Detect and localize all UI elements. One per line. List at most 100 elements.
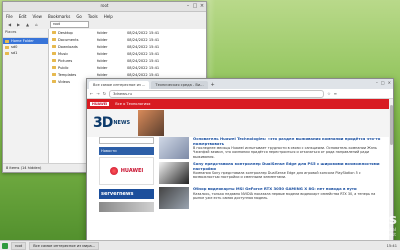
news-description: Казалось, только недавно NVIDIA показала… [193,191,376,200]
new-tab-icon[interactable]: + [210,82,216,88]
taskbar-item-browser[interactable]: Все самое интересное из мира... [29,241,100,250]
header-photo [138,110,165,136]
tab-strip: Все самое интересное из ... Техническая … [87,79,393,89]
address-bar[interactable]: 3dnews.ru [109,89,325,98]
side-thumbnail[interactable] [99,202,154,212]
list-item[interactable]: Pictures folder 08/24/2022 15:41 [49,57,206,64]
taskbar: root Все самое интересное из мира... 15:… [0,240,400,250]
minimize-icon[interactable]: – [376,80,378,85]
news-feed: Основатель Huawei Technologies: «это раз… [159,136,387,212]
news-thumbnail[interactable] [159,187,189,209]
folder-icon [52,45,56,48]
list-item[interactable]: Desktop folder 08/24/2022 15:41 [49,29,206,36]
news-item[interactable]: Обзор видеокарты MSI GeForce RTX 3050 GA… [159,186,387,209]
title-bar[interactable]: root – □ × [3,2,206,12]
menu-go[interactable]: Go [76,14,82,19]
scrollbar-thumb[interactable] [389,105,393,145]
bookmark-star-icon[interactable]: ☆ [327,91,331,96]
drive-icon [5,45,9,49]
list-item[interactable]: Music folder 08/24/2022 15:41 [49,50,206,57]
menu-file[interactable]: File [6,14,13,19]
tab-second[interactable]: Техническая среда - Ви... [151,81,208,89]
window-title: root [100,3,109,8]
file-name: Downloads [58,44,78,49]
places-header: Places [3,29,48,38]
file-name: Public [58,65,69,70]
close-icon[interactable]: × [388,80,391,85]
reload-icon[interactable]: ↻ [103,91,106,96]
places-panel: Places Home Folder sd0 sd1 [3,29,49,164]
list-item[interactable]: Templates folder 08/24/2022 15:41 [49,71,206,78]
path-field[interactable]: root [50,21,89,28]
maximize-icon[interactable]: □ [192,3,198,9]
list-item[interactable]: Public folder 08/24/2022 15:41 [49,64,206,71]
menu-bookmarks[interactable]: Bookmarks [48,14,70,19]
ad-banner[interactable]: HUAWEI [99,157,154,185]
forward-icon[interactable]: → [96,91,99,96]
list-item[interactable]: Downloads folder 08/24/2022 15:41 [49,43,206,50]
top-banner[interactable]: HUAWEI Все о Технологиях [87,99,393,109]
watermark: 3DNews Daily Digital Digest [338,212,397,238]
menu-edit[interactable]: Edit [19,14,27,19]
folder-icon [52,38,56,41]
minimize-icon[interactable]: – [185,3,191,9]
menu-help[interactable]: Help [104,14,113,19]
place-sd1[interactable]: sd1 [3,50,48,56]
news-item[interactable]: Основатель Huawei Technologies: «это раз… [159,136,387,159]
taskbar-item-file-manager[interactable]: root [11,241,27,250]
news-item[interactable]: Sony представила контроллер DualSense Ed… [159,161,387,184]
menu-view[interactable]: View [32,14,42,19]
file-name: Videos [58,79,70,84]
drive-icon [5,51,9,55]
folder-icon [52,31,56,34]
file-name: Pictures [58,58,73,63]
close-icon[interactable]: × [199,3,205,9]
up-icon[interactable]: ▲ [24,22,31,28]
menu-tools[interactable]: Tools [88,14,98,19]
file-type: folder [97,65,108,70]
list-item[interactable]: Documents folder 08/24/2022 15:41 [49,36,206,43]
menu-icon[interactable]: ≡ [334,91,337,96]
menu-bar: File Edit View Bookmarks Go Tools Help [3,12,206,20]
left-sidebar: Новости HUAWEI servernews [99,137,154,212]
file-date: 08/24/2022 15:41 [127,65,160,70]
back-icon[interactable]: ← [90,91,93,96]
file-date: 08/24/2022 15:41 [127,58,160,63]
watermark-line2: Digest [381,233,396,238]
home-icon[interactable]: ⌂ [33,22,40,28]
start-menu-icon[interactable] [2,242,8,249]
search-input[interactable] [99,137,154,144]
back-icon[interactable]: ◀ [6,22,13,28]
file-date: 08/24/2022 15:41 [127,72,160,77]
file-name: Documents [58,37,79,42]
forward-icon[interactable]: ▶ [15,22,22,28]
file-date: 08/24/2022 15:41 [127,37,160,42]
folder-icon [52,73,56,76]
servernews-banner[interactable]: servernews [99,189,154,199]
site-logo[interactable]: 3DNEWS [93,115,130,131]
clock: 15:41 [386,243,397,248]
news-section-label[interactable]: Новости [99,147,154,155]
place-label: sd1 [11,51,18,55]
file-type: folder [97,30,108,35]
news-thumbnail[interactable] [159,137,189,159]
news-title[interactable]: Основатель Huawei Technologies: «это раз… [193,136,387,146]
tab-3dnews[interactable]: Все самое интересное из ... [89,81,150,89]
file-type: folder [97,51,108,56]
file-type: folder [97,58,108,63]
file-name: Templates [58,72,77,77]
folder-icon [52,59,56,62]
logo-sub: NEWS [113,120,131,126]
site-header: 3DNEWS [87,109,393,137]
news-title[interactable]: Sony представила контроллер DualSense Ed… [193,161,387,171]
file-date: 08/24/2022 15:41 [127,51,160,56]
news-thumbnail[interactable] [159,162,189,184]
ad-brand: HUAWEI [120,168,144,174]
folder-icon [52,66,56,69]
maximize-icon[interactable]: □ [381,80,385,85]
banner-text: Все о Технологиях [115,102,151,106]
news-description: В последнее месяцы Huawei испытывает тру… [193,146,377,159]
banner-brand: HUAWEI [90,102,110,106]
file-name: Desktop [58,30,73,35]
logo-text: 3D [93,115,113,131]
